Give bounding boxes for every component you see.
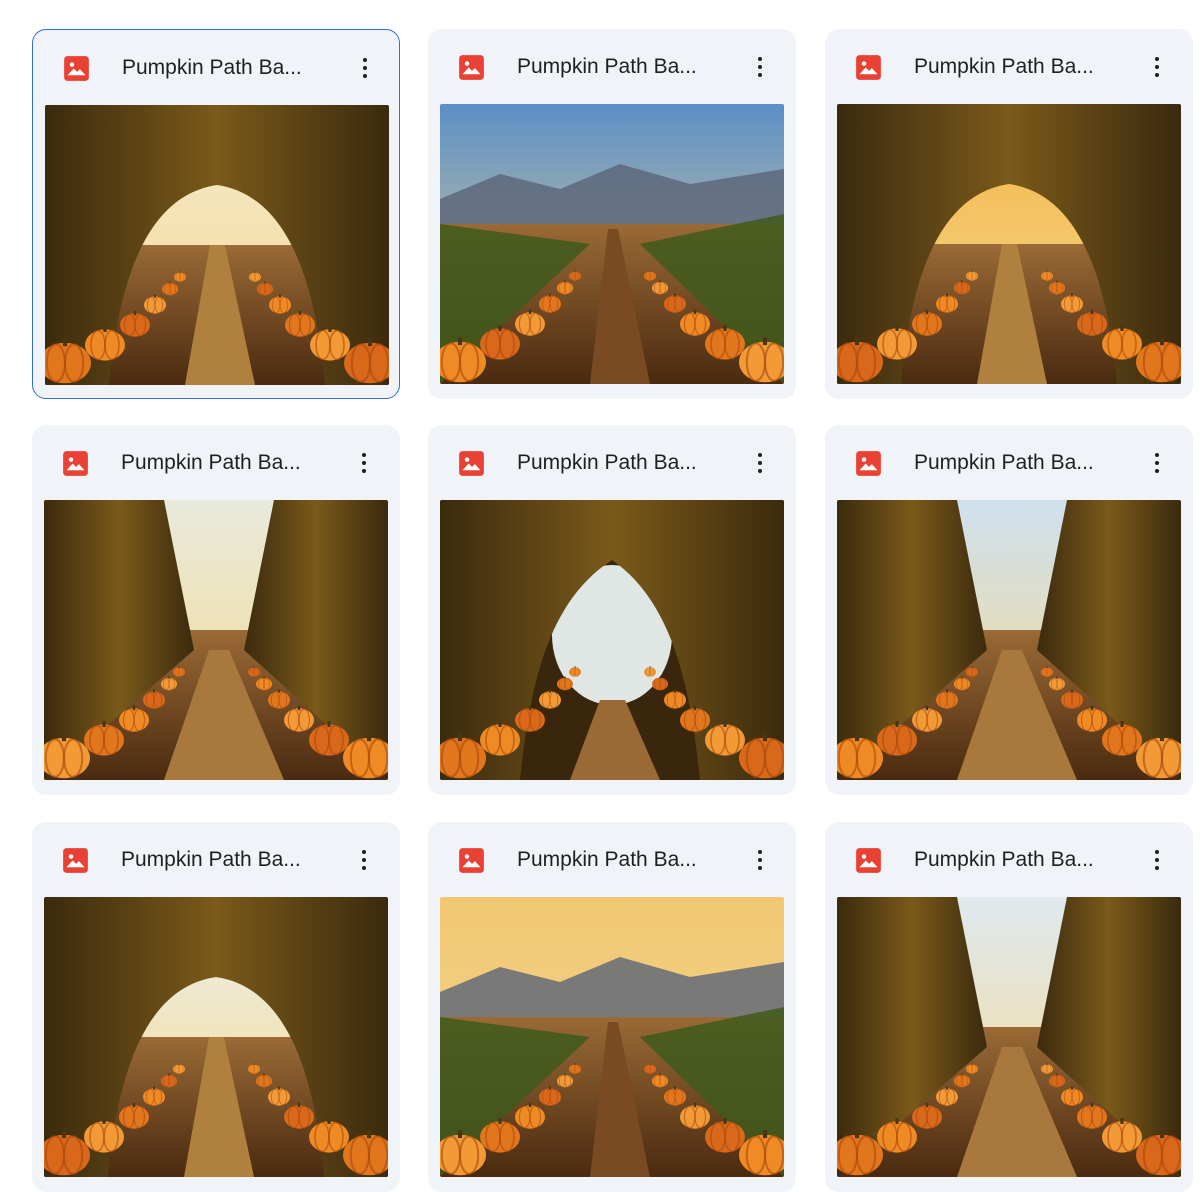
image-thumbnail[interactable] (44, 500, 388, 780)
more-vert-icon-dot (1155, 73, 1159, 77)
more-vert-icon-dot (1155, 866, 1159, 870)
more-vert-icon (758, 453, 762, 457)
file-card-header[interactable]: Pumpkin Path Ba... (32, 822, 400, 897)
file-name: Pumpkin Path Ba... (517, 55, 697, 78)
file-name: Pumpkin Path Ba... (914, 55, 1094, 78)
more-vert-icon (363, 58, 367, 62)
more-vert-icon (758, 850, 762, 854)
file-card[interactable]: Pumpkin Path Ba... (825, 29, 1193, 399)
image-file-icon (62, 847, 89, 874)
image-thumbnail[interactable] (837, 104, 1181, 384)
more-vert-icon-dot (758, 65, 762, 69)
file-card-header[interactable]: Pumpkin Path Ba... (825, 29, 1193, 104)
file-name: Pumpkin Path Ba... (121, 848, 301, 871)
more-vert-icon-dot (758, 866, 762, 870)
file-card[interactable]: Pumpkin Path Ba... (825, 425, 1193, 795)
file-card[interactable]: Pumpkin Path Ba... (32, 822, 400, 1192)
more-options-button[interactable] (746, 445, 774, 481)
image-thumbnail[interactable] (45, 105, 389, 385)
more-vert-icon-dot (758, 858, 762, 862)
image-file-icon (458, 450, 485, 477)
more-options-button[interactable] (350, 445, 378, 481)
more-options-button[interactable] (746, 49, 774, 85)
image-file-icon (458, 54, 485, 81)
more-vert-icon-dot (1155, 469, 1159, 473)
more-vert-icon (1155, 850, 1159, 854)
file-card-header[interactable]: Pumpkin Path Ba... (33, 30, 399, 105)
file-card-header[interactable]: Pumpkin Path Ba... (428, 822, 796, 897)
image-file-icon (62, 450, 89, 477)
file-name: Pumpkin Path Ba... (517, 848, 697, 871)
file-card[interactable]: Pumpkin Path Ba... (428, 425, 796, 795)
more-vert-icon-dot (363, 66, 367, 70)
file-card[interactable]: Pumpkin Path Ba... (428, 29, 796, 399)
file-name: Pumpkin Path Ba... (122, 56, 302, 79)
image-thumbnail[interactable] (837, 500, 1181, 780)
more-options-button[interactable] (1143, 445, 1171, 481)
file-card-header[interactable]: Pumpkin Path Ba... (428, 425, 796, 500)
more-vert-icon-dot (1155, 65, 1159, 69)
image-file-icon (855, 847, 882, 874)
more-vert-icon-dot (758, 73, 762, 77)
file-card[interactable]: Pumpkin Path Ba... (32, 29, 400, 399)
image-file-icon (855, 54, 882, 81)
image-thumbnail[interactable] (440, 104, 784, 384)
more-options-button[interactable] (746, 842, 774, 878)
file-name: Pumpkin Path Ba... (121, 451, 301, 474)
file-card-header[interactable]: Pumpkin Path Ba... (825, 822, 1193, 897)
image-file-icon (63, 55, 90, 82)
image-file-icon (855, 450, 882, 477)
file-card-header[interactable]: Pumpkin Path Ba... (32, 425, 400, 500)
image-thumbnail[interactable] (837, 897, 1181, 1177)
more-options-button[interactable] (350, 842, 378, 878)
more-vert-icon-dot (758, 461, 762, 465)
more-vert-icon-dot (1155, 858, 1159, 862)
more-vert-icon-dot (1155, 461, 1159, 465)
more-vert-icon (1155, 453, 1159, 457)
more-vert-icon (362, 453, 366, 457)
more-vert-icon (362, 850, 366, 854)
file-card-header[interactable]: Pumpkin Path Ba... (825, 425, 1193, 500)
more-vert-icon-dot (362, 866, 366, 870)
more-vert-icon-dot (362, 461, 366, 465)
file-card[interactable]: Pumpkin Path Ba... (825, 822, 1193, 1192)
file-card[interactable]: Pumpkin Path Ba... (428, 822, 796, 1192)
more-options-button[interactable] (1143, 49, 1171, 85)
image-thumbnail[interactable] (440, 500, 784, 780)
file-name: Pumpkin Path Ba... (914, 848, 1094, 871)
more-options-button[interactable] (351, 50, 379, 86)
more-vert-icon-dot (758, 469, 762, 473)
more-vert-icon (758, 57, 762, 61)
file-card[interactable]: Pumpkin Path Ba... (32, 425, 400, 795)
more-vert-icon-dot (363, 74, 367, 78)
image-thumbnail[interactable] (44, 897, 388, 1177)
image-file-icon (458, 847, 485, 874)
file-card-header[interactable]: Pumpkin Path Ba... (428, 29, 796, 104)
more-options-button[interactable] (1143, 842, 1171, 878)
more-vert-icon-dot (362, 858, 366, 862)
more-vert-icon-dot (362, 469, 366, 473)
more-vert-icon (1155, 57, 1159, 61)
file-name: Pumpkin Path Ba... (517, 451, 697, 474)
file-name: Pumpkin Path Ba... (914, 451, 1094, 474)
image-thumbnail[interactable] (440, 897, 784, 1177)
